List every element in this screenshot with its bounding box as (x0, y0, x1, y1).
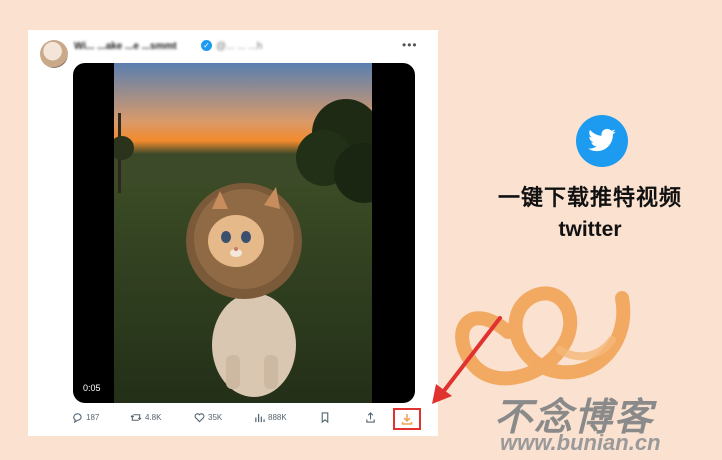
watermark-url: www.bunian.cn (500, 430, 661, 455)
